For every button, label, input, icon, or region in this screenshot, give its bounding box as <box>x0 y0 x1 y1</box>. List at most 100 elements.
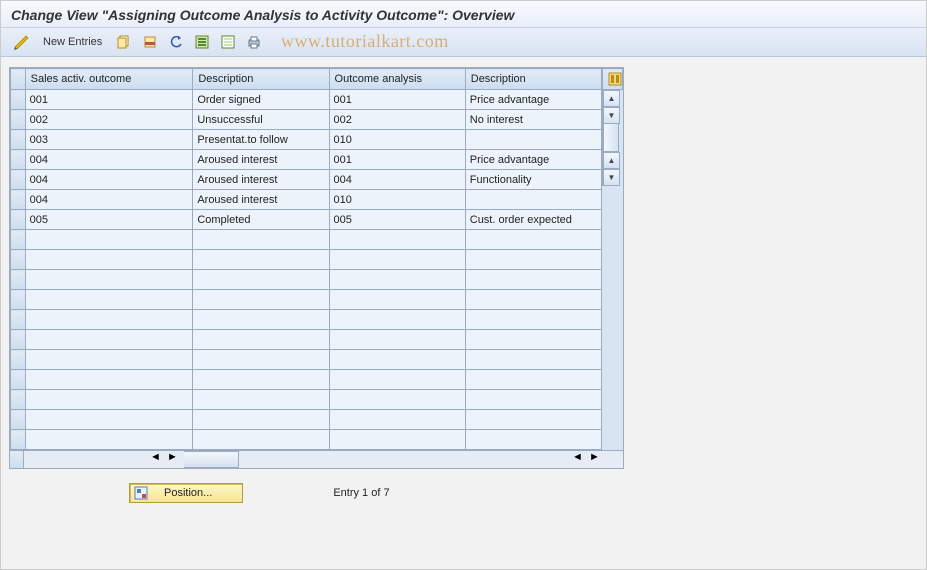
cell-desc[interactable]: Completed <box>193 210 329 230</box>
cell-empty[interactable] <box>193 410 329 430</box>
col-desc1[interactable]: Description <box>193 69 329 90</box>
row-handle[interactable] <box>11 390 26 410</box>
table-row[interactable]: 004Aroused interest010 <box>11 190 602 210</box>
cell-outcome[interactable]: 004 <box>25 170 193 190</box>
cell-empty[interactable] <box>465 410 601 430</box>
table-row[interactable]: 004Aroused interest001Price advantage <box>11 150 602 170</box>
row-handle[interactable] <box>11 270 26 290</box>
cell-empty[interactable] <box>193 390 329 410</box>
cell-analysis[interactable]: 005 <box>329 210 465 230</box>
cell-empty[interactable] <box>193 270 329 290</box>
cell-desc[interactable]: Aroused interest <box>193 190 329 210</box>
cell-empty[interactable] <box>465 350 601 370</box>
row-handle[interactable] <box>11 150 26 170</box>
cell-empty[interactable] <box>25 290 193 310</box>
cell-empty[interactable] <box>193 250 329 270</box>
table-row[interactable]: 005Completed005Cust. order expected <box>11 210 602 230</box>
toggle-display-icon[interactable] <box>11 32 31 52</box>
col-outcome[interactable]: Sales activ. outcome <box>25 69 193 90</box>
col-desc2[interactable]: Description <box>465 69 601 90</box>
select-all-icon[interactable] <box>192 32 212 52</box>
print-icon[interactable] <box>244 32 264 52</box>
cell-empty[interactable] <box>25 310 193 330</box>
table-row-empty[interactable] <box>11 390 602 410</box>
cell-empty[interactable] <box>329 250 465 270</box>
cell-empty[interactable] <box>193 330 329 350</box>
cell-empty[interactable] <box>193 290 329 310</box>
table-row[interactable]: 004Aroused interest004Functionality <box>11 170 602 190</box>
cell-analysis[interactable]: 001 <box>329 90 465 110</box>
row-handle[interactable] <box>11 230 26 250</box>
cell-empty[interactable] <box>329 330 465 350</box>
cell-empty[interactable] <box>25 350 193 370</box>
cell-empty[interactable] <box>465 270 601 290</box>
cell-adesc[interactable]: Functionality <box>465 170 601 190</box>
cell-empty[interactable] <box>465 290 601 310</box>
new-entries-button[interactable]: New Entries <box>37 34 108 50</box>
cell-adesc[interactable] <box>465 130 601 150</box>
cell-adesc[interactable]: Cust. order expected <box>465 210 601 230</box>
scroll-up-icon[interactable]: ▲ <box>603 90 620 107</box>
cell-analysis[interactable]: 001 <box>329 150 465 170</box>
deselect-all-icon[interactable] <box>218 32 238 52</box>
cell-empty[interactable] <box>193 430 329 450</box>
cell-desc[interactable]: Order signed <box>193 90 329 110</box>
cell-empty[interactable] <box>25 270 193 290</box>
cell-empty[interactable] <box>25 250 193 270</box>
cell-desc[interactable]: Aroused interest <box>193 170 329 190</box>
cell-empty[interactable] <box>329 310 465 330</box>
row-handle[interactable] <box>11 90 26 110</box>
cell-empty[interactable] <box>329 410 465 430</box>
row-handle[interactable] <box>11 430 26 450</box>
table-row-empty[interactable] <box>11 290 602 310</box>
row-handle[interactable] <box>11 310 26 330</box>
cell-empty[interactable] <box>25 390 193 410</box>
cell-empty[interactable] <box>329 370 465 390</box>
cell-analysis[interactable]: 002 <box>329 110 465 130</box>
cell-empty[interactable] <box>329 430 465 450</box>
cell-empty[interactable] <box>193 350 329 370</box>
cell-adesc[interactable]: Price advantage <box>465 90 601 110</box>
table-row-empty[interactable] <box>11 270 602 290</box>
hscroll-left1-icon[interactable]: ◄ <box>150 451 167 468</box>
table-row-empty[interactable] <box>11 250 602 270</box>
table-row-empty[interactable] <box>11 370 602 390</box>
scroll-down-icon[interactable]: ▼ <box>603 107 620 124</box>
config-column-icon[interactable] <box>603 69 623 90</box>
cell-outcome[interactable]: 005 <box>25 210 193 230</box>
row-handle[interactable] <box>11 370 26 390</box>
cell-empty[interactable] <box>329 270 465 290</box>
hscroll-right2-icon[interactable]: ► <box>589 451 606 468</box>
cell-empty[interactable] <box>25 370 193 390</box>
cell-empty[interactable] <box>25 430 193 450</box>
cell-adesc[interactable]: Price advantage <box>465 150 601 170</box>
cell-outcome[interactable]: 004 <box>25 190 193 210</box>
table-row[interactable]: 001Order signed001Price advantage <box>11 90 602 110</box>
cell-outcome[interactable]: 002 <box>25 110 193 130</box>
row-handle[interactable] <box>11 110 26 130</box>
cell-analysis[interactable]: 004 <box>329 170 465 190</box>
cell-empty[interactable] <box>465 430 601 450</box>
hscroll-left2-icon[interactable]: ◄ <box>572 451 589 468</box>
cell-empty[interactable] <box>465 330 601 350</box>
row-handle[interactable] <box>11 290 26 310</box>
table-row[interactable]: 002Unsuccessful002No interest <box>11 110 602 130</box>
scroll-up2-icon[interactable]: ▲ <box>603 152 620 169</box>
table-row-empty[interactable] <box>11 350 602 370</box>
row-handle[interactable] <box>11 350 26 370</box>
cell-empty[interactable] <box>465 370 601 390</box>
cell-analysis[interactable]: 010 <box>329 130 465 150</box>
cell-empty[interactable] <box>329 390 465 410</box>
cell-empty[interactable] <box>25 330 193 350</box>
hscroll-track[interactable] <box>239 451 572 468</box>
copy-icon[interactable] <box>114 32 134 52</box>
cell-desc[interactable]: Aroused interest <box>193 150 329 170</box>
table-row-empty[interactable] <box>11 330 602 350</box>
cell-empty[interactable] <box>465 310 601 330</box>
scroll-down2-icon[interactable]: ▼ <box>603 169 620 186</box>
table-row-empty[interactable] <box>11 310 602 330</box>
hscroll-thumb[interactable] <box>184 451 239 468</box>
position-button[interactable]: Position... <box>129 483 243 503</box>
cell-empty[interactable] <box>329 350 465 370</box>
row-handle[interactable] <box>11 130 26 150</box>
